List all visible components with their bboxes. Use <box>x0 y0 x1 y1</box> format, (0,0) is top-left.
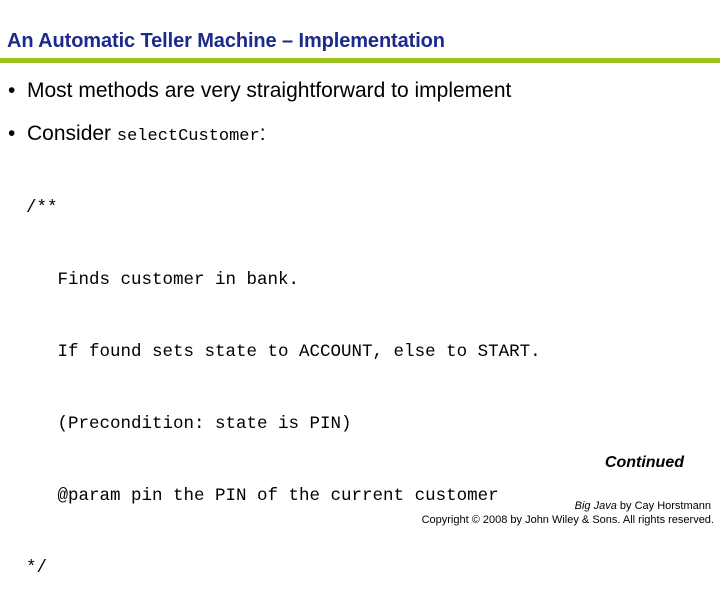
code-line: /** <box>26 198 58 218</box>
slide-title: An Automatic Teller Machine – Implementa… <box>7 30 445 52</box>
code-line: @param pin the PIN of the current custom… <box>26 486 499 506</box>
code-line: (Precondition: state is PIN) <box>26 414 352 434</box>
bullet-suffix: : <box>259 122 266 145</box>
continued-label: Continued <box>604 454 684 471</box>
book-title: Big Java <box>574 500 617 512</box>
book-credit: Big Java by Cay Horstmann <box>575 500 711 512</box>
code-block: /** Finds customer in bank. If found set… <box>26 148 541 604</box>
code-line: If found sets state to ACCOUNT, else to … <box>26 342 541 362</box>
book-author: by Cay Horstmann <box>616 500 711 512</box>
code-line: Finds customer in bank. <box>26 270 300 290</box>
bullet-marker: • <box>8 122 16 145</box>
title-divider <box>0 58 720 63</box>
inline-code: selectCustomer <box>116 127 260 146</box>
bullet-text: Most methods are very straightforward to… <box>27 79 512 102</box>
bullet-item: • Most methods are very straightforward t… <box>8 79 511 103</box>
bullet-item: • Consider selectCustomer: <box>8 122 266 146</box>
bullet-text: Consider <box>27 122 117 145</box>
code-line: */ <box>26 558 48 578</box>
copyright-notice: Copyright © 2008 by John Wiley & Sons. A… <box>421 514 714 526</box>
bullet-marker: • <box>8 79 16 102</box>
